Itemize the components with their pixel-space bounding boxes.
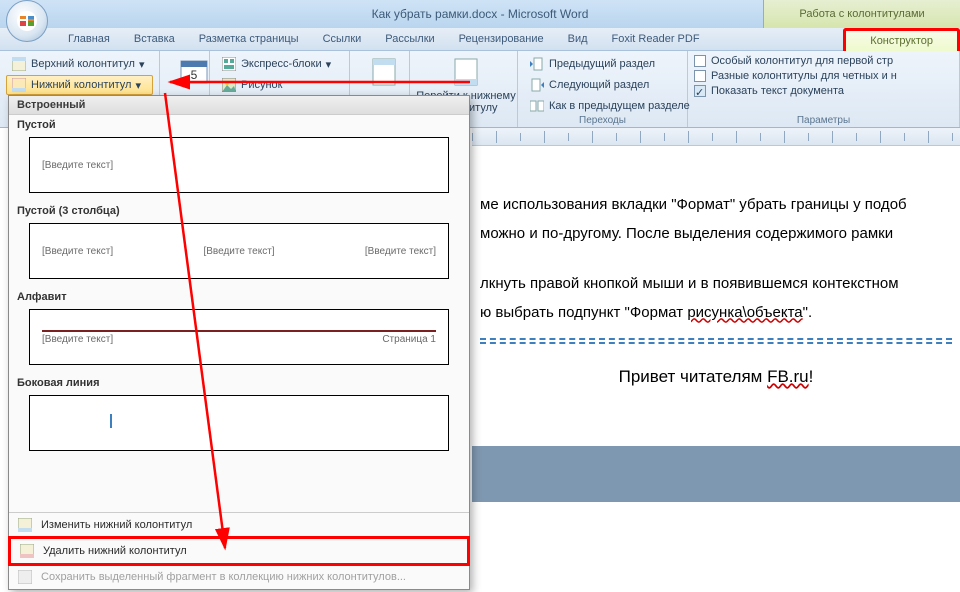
picture-button[interactable]: Рисунок [216,75,343,95]
dropdown-arrow-icon: ▾ [326,58,332,71]
options-group-label: Параметры [688,115,959,126]
gallery-item-3col[interactable]: [Введите текст][Введите текст][Введите т… [29,223,449,279]
gallery-item-blank[interactable]: [Введите текст] [29,137,449,193]
picture-icon [221,77,237,93]
doc-line: ю выбрать подпункт "Формат рисунка\объек… [480,302,952,325]
doc-line: ме использования вкладки "Формат" убрать… [480,194,952,217]
prev-section-button[interactable]: Предыдущий раздел [524,54,681,74]
goto-header-button[interactable] [356,54,412,90]
page-up-icon [368,56,400,88]
footer-icon [11,77,27,93]
first-page-check[interactable]: Особый колонтитул для первой стр [694,54,953,68]
gallery-item-sideline[interactable] [29,395,449,451]
gallery-header: Встроенный [9,96,469,115]
doc-line: лкнуть правой кнопкой мыши и в появившем… [480,273,952,296]
tab-layout[interactable]: Разметка страницы [187,28,311,51]
tab-design[interactable]: Конструктор [843,28,960,51]
dropdown-arrow-icon: ▾ [135,79,141,92]
dropdown-arrow-icon: ▾ [139,58,145,71]
footer-gallery-dropdown: Встроенный Пустой [Введите текст] Пустой… [8,95,470,590]
calendar-icon: 5 [178,56,210,88]
link-previous-button[interactable]: Как в предыдущем разделе [524,96,681,116]
edit-footer-item[interactable]: Изменить нижний колонтитул [9,513,469,537]
header-icon [11,56,27,72]
tab-references[interactable]: Ссылки [311,28,374,51]
horizontal-ruler[interactable]: /*ruler ticks drawn via JS below*/ [472,128,960,146]
tab-insert[interactable]: Вставка [122,28,187,51]
document-body[interactable]: ме использования вкладки "Формат" убрать… [472,146,960,562]
gallery-item-title: Алфавит [15,287,463,307]
save-icon [17,569,33,585]
footer-button[interactable]: Нижний колонтитул ▾ [6,75,153,95]
checkbox-icon [694,55,706,67]
next-section-button[interactable]: Следующий раздел [524,75,681,95]
gallery-item-title: Пустой [15,115,463,135]
header-button[interactable]: Верхний колонтитул ▾ [6,54,153,74]
blocks-icon [221,56,237,72]
footer-text: Привет читателям FB.ru! [480,364,952,390]
nav-group-label: Переходы [518,115,687,126]
prev-icon [529,56,545,72]
gallery-item-title: Боковая линия [15,373,463,393]
next-icon [529,77,545,93]
remove-footer-item[interactable]: Удалить нижний колонтитул [8,536,470,566]
ribbon-tabs: Главная Вставка Разметка страницы Ссылки… [0,28,960,51]
page-down-icon [450,56,482,88]
quickparts-button[interactable]: Экспресс-блоки ▾ [216,54,343,74]
gallery-item-alphabet[interactable]: [Введите текст]Страница 1 [29,309,449,365]
link-icon [529,98,545,114]
document-area: /*ruler ticks drawn via JS below*/ ме ис… [472,128,960,592]
tab-home[interactable]: Главная [56,28,122,51]
office-button[interactable] [6,0,48,42]
remove-icon [19,543,35,559]
checkbox-icon: ✓ [694,85,706,97]
odd-even-check[interactable]: Разные колонтитулы для четных и н [694,69,953,83]
tab-foxit[interactable]: Foxit Reader PDF [600,28,712,51]
checkbox-icon [694,70,706,82]
show-doc-check[interactable]: ✓Показать текст документа [694,84,953,98]
doc-line: можно и по-другому. После выделения соде… [480,223,952,246]
edit-icon [17,517,33,533]
gallery-item-title: Пустой (3 столбца) [15,201,463,221]
tab-view[interactable]: Вид [556,28,600,51]
svg-text:5: 5 [191,68,198,82]
page-gap [472,446,960,502]
save-selection-item: Сохранить выделенный фрагмент в коллекци… [9,565,469,589]
contextual-tab-title: Работа с колонтитулами [763,0,960,28]
tab-mailings[interactable]: Рассылки [373,28,446,51]
footer-boundary [480,338,952,344]
tab-review[interactable]: Рецензирование [447,28,556,51]
